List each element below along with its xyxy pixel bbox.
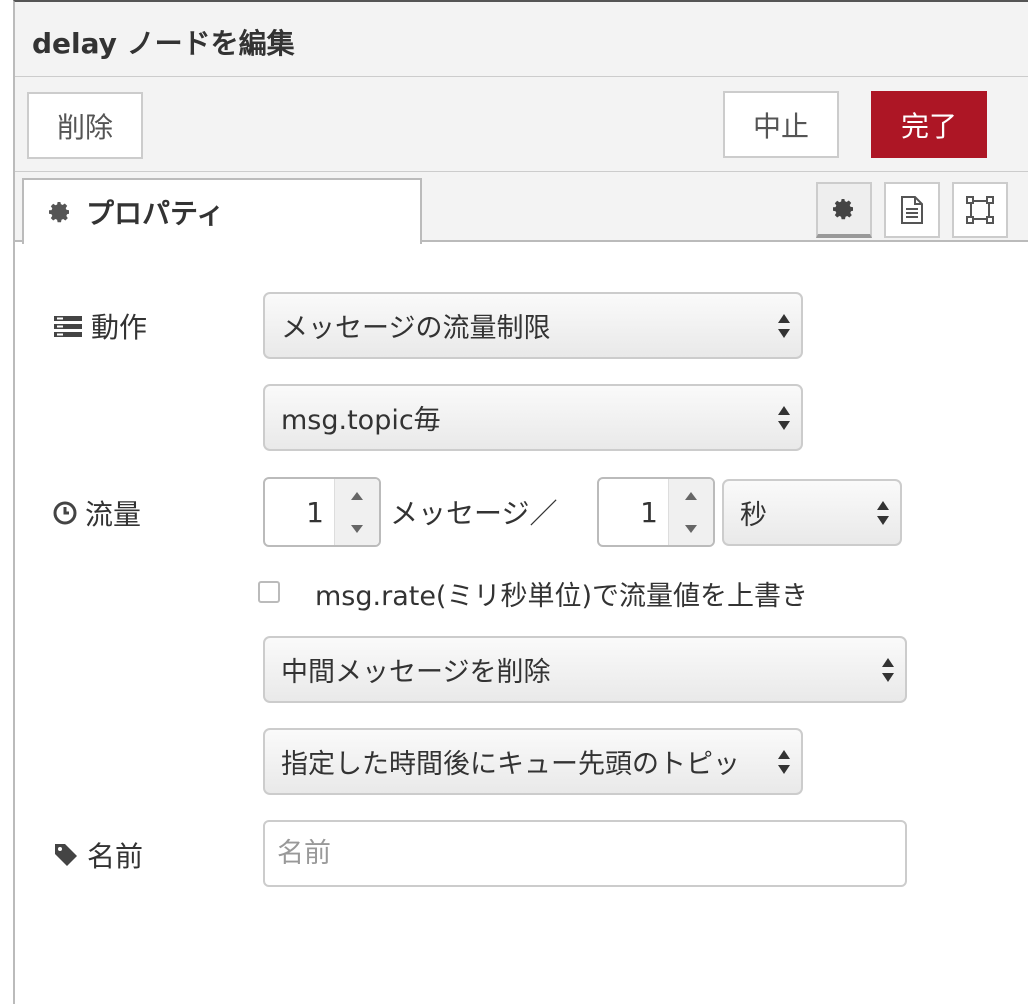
name-label: 名前 <box>87 840 144 873</box>
gear-icon <box>832 197 856 221</box>
spinner-up-icon[interactable] <box>335 479 379 512</box>
rate-interval-value: 1 <box>599 479 669 545</box>
edit-dialog: delay ノードを編集 削除 中止 完了 プロパティ 動作 メッセージの流量制… <box>13 0 1028 1004</box>
rate-label: 流量 <box>85 498 142 531</box>
delete-button[interactable]: 削除 <box>27 92 143 159</box>
cancel-button[interactable]: 中止 <box>723 91 839 158</box>
dialog-header: delay ノードを編集 <box>15 2 1028 77</box>
description-tab-button[interactable] <box>884 182 940 238</box>
spinner-down-icon[interactable] <box>669 512 713 545</box>
rate-label-row: 流量 <box>53 493 141 533</box>
drop-intermediate-value: 中間メッセージを削除 <box>281 657 551 688</box>
tab-properties-label: プロパティ <box>86 197 225 230</box>
rate-unit-text: メッセージ／ <box>390 497 558 530</box>
tab-properties[interactable]: プロパティ <box>22 178 422 244</box>
spinner-arrows <box>335 479 379 545</box>
select-arrows-icon <box>876 499 890 527</box>
gear-icon <box>48 200 72 224</box>
clock-icon <box>53 501 77 525</box>
dialog-title: delay ノードを編集 <box>32 27 295 60</box>
action-label: 動作 <box>91 311 148 344</box>
select-arrows-icon <box>777 748 791 776</box>
spinner-up-icon[interactable] <box>669 479 713 512</box>
select-arrows-icon <box>881 656 895 684</box>
action-label-row: 動作 <box>53 306 147 346</box>
tab-bar: プロパティ <box>15 172 1028 244</box>
scope-select[interactable]: msg.topic毎 <box>263 384 803 451</box>
select-arrows-icon <box>777 404 791 432</box>
override-rate-checkbox[interactable] <box>258 581 280 603</box>
done-button[interactable]: 完了 <box>871 91 987 158</box>
rate-count-value: 1 <box>265 479 335 545</box>
queue-select[interactable]: 指定した時間後にキュー先頭のトピッ <box>263 728 803 795</box>
node-settings-tab-button[interactable] <box>816 182 872 238</box>
select-arrows-icon <box>777 312 791 340</box>
action-select[interactable]: メッセージの流量制限 <box>263 292 803 359</box>
rate-interval-spinner[interactable]: 1 <box>597 477 715 547</box>
drop-intermediate-select[interactable]: 中間メッセージを削除 <box>263 636 907 703</box>
action-select-value: メッセージの流量制限 <box>281 313 551 344</box>
rate-interval-unit-value: 秒 <box>740 500 767 531</box>
spinner-arrows <box>669 479 713 545</box>
spinner-down-icon[interactable] <box>335 512 379 545</box>
name-field[interactable] <box>263 820 907 887</box>
name-label-row: 名前 <box>53 835 143 875</box>
scope-select-value: msg.topic毎 <box>281 405 441 436</box>
queue-select-value: 指定した時間後にキュー先頭のトピッ <box>281 749 740 780</box>
dialog-toolbar: 削除 中止 完了 <box>15 77 1028 172</box>
name-input[interactable] <box>277 838 905 869</box>
tag-icon <box>53 842 79 868</box>
override-rate-label: msg.rate(ミリ秒単位)で流量値を上書き <box>315 581 808 612</box>
node-appearance-icon <box>965 195 995 225</box>
rate-count-spinner[interactable]: 1 <box>263 477 381 547</box>
appearance-tab-button[interactable] <box>952 182 1008 238</box>
rate-interval-unit-select[interactable]: 秒 <box>722 479 902 546</box>
document-icon <box>899 195 925 225</box>
list-icon <box>53 314 83 338</box>
